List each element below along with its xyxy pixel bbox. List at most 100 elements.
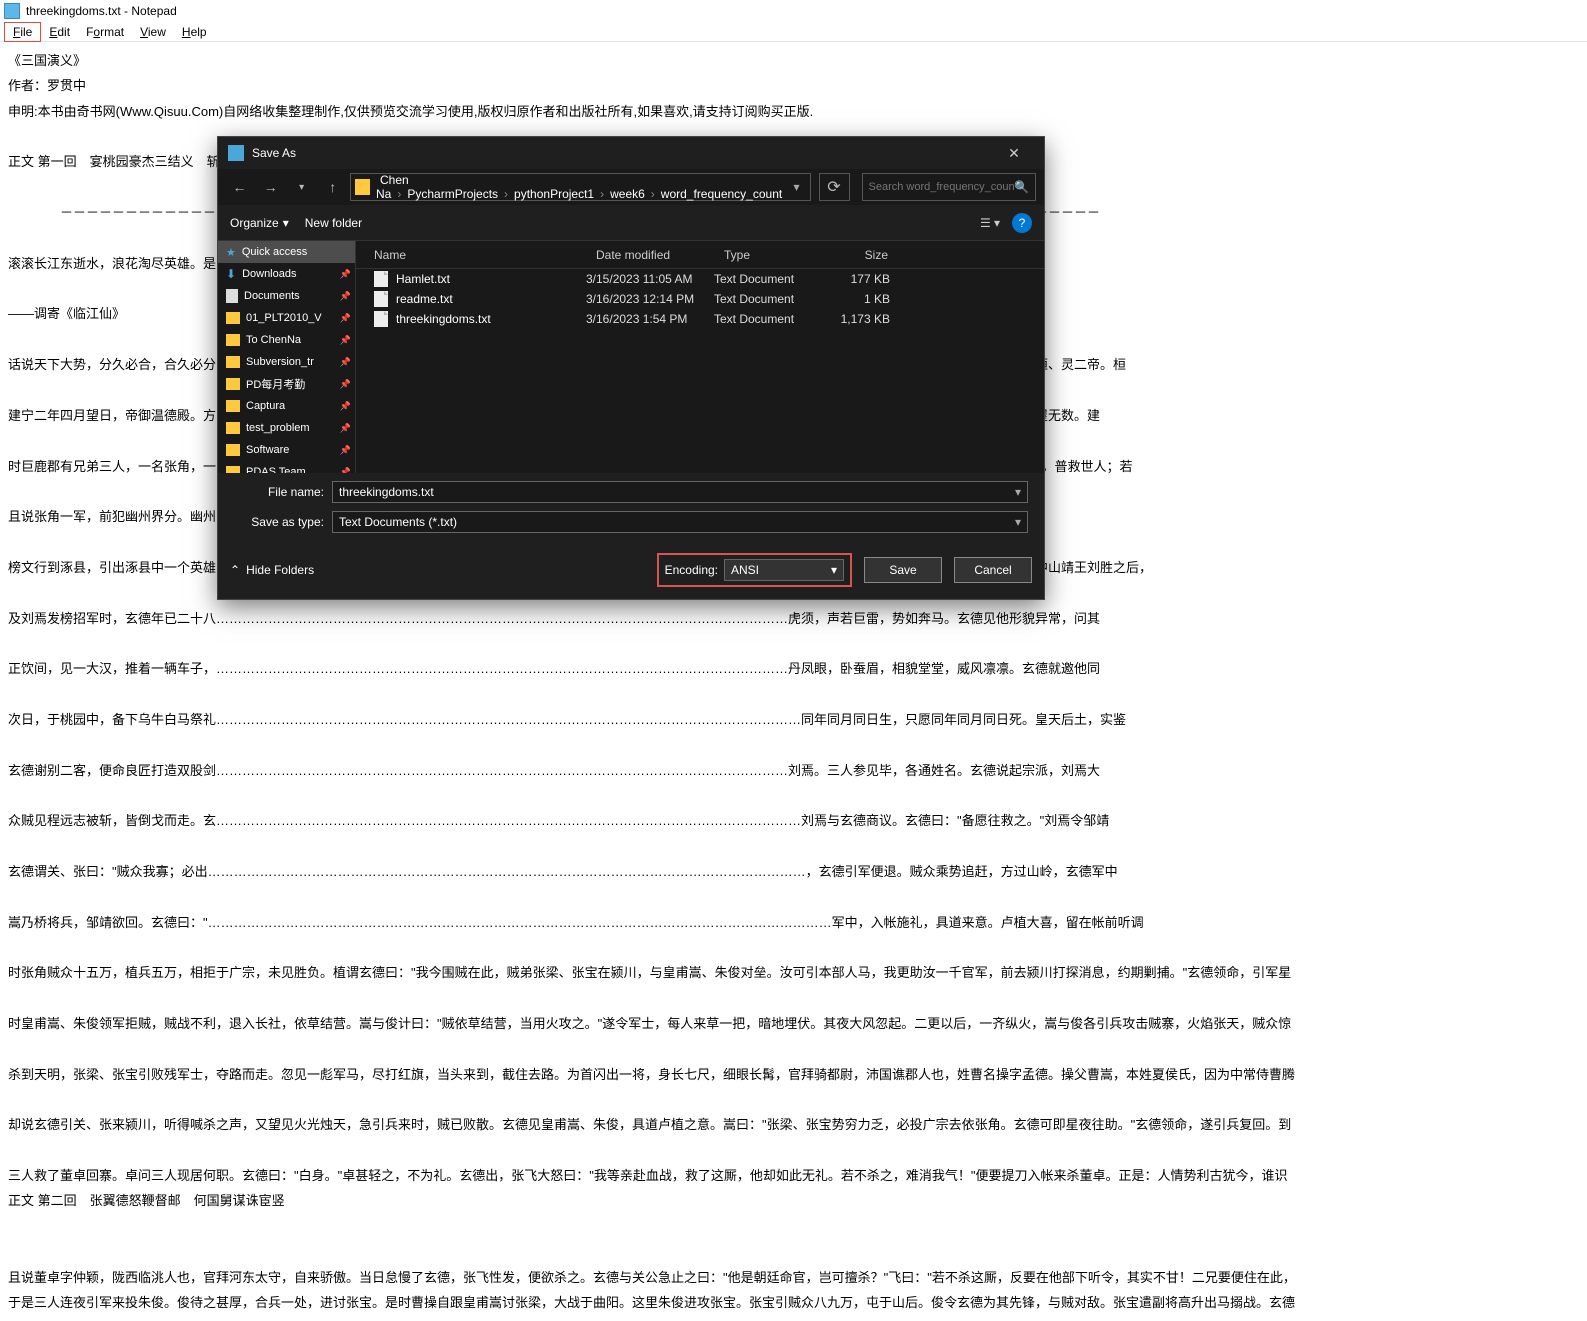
- sidebar-item[interactable]: To ChenNa📌: [218, 329, 355, 351]
- text-line: 正饮间，见一大汉，推着一辆车子，…………………………………………………………………: [8, 656, 1579, 681]
- save-as-type-select[interactable]: Text Documents (*.txt) ▾: [332, 511, 1028, 533]
- text-line: 正文 第二回 张翼德怒鞭督邮 何国舅谋诛宦竖: [8, 1188, 1579, 1213]
- pin-icon: 📌: [340, 423, 351, 434]
- sidebar-item[interactable]: Documents 📌: [218, 285, 355, 307]
- sidebar-item[interactable]: PD每月考勤📌: [218, 373, 355, 395]
- header-type[interactable]: Type: [714, 248, 818, 262]
- sidebar-item[interactable]: Subversion_tr📌: [218, 351, 355, 373]
- sidebar-item[interactable]: Software📌: [218, 439, 355, 461]
- chevron-down-icon: ▾: [283, 216, 289, 230]
- text-line: 作者：罗贯中: [8, 73, 1579, 98]
- file-icon: [374, 311, 388, 327]
- address-bar[interactable]: Chen Na›PycharmProjects›pythonProject1›w…: [350, 173, 810, 201]
- menu-help[interactable]: Help: [174, 23, 215, 41]
- file-name: threekingdoms.txt: [396, 312, 491, 326]
- header-size[interactable]: Size: [818, 248, 898, 262]
- file-date: 3/15/2023 11:05 AM: [586, 272, 714, 286]
- text-line: 《三国演义》: [8, 48, 1579, 73]
- file-row[interactable]: threekingdoms.txt 3/16/2023 1:54 PM Text…: [356, 309, 1044, 329]
- encoding-label: Encoding:: [665, 563, 718, 577]
- menu-view[interactable]: View: [132, 23, 174, 41]
- view-options-button[interactable]: ☰ ▾: [976, 211, 1004, 235]
- address-dropdown-icon[interactable]: ▾: [787, 180, 805, 194]
- sidebar-label: PDAS Team: [246, 466, 306, 473]
- file-icon: [374, 271, 388, 287]
- sidebar-item[interactable]: test_problem📌: [218, 417, 355, 439]
- breadcrumb-segment[interactable]: pythonProject1: [510, 187, 598, 201]
- recent-dropdown[interactable]: ▾: [288, 173, 315, 201]
- text-line: 众贼见程远志被斩，皆倒戈而走。玄…………………………………………………………………: [8, 808, 1579, 833]
- menu-file[interactable]: File: [4, 22, 41, 42]
- sidebar-item[interactable]: Captura📌: [218, 395, 355, 417]
- breadcrumb-segment[interactable]: week6: [606, 187, 649, 201]
- encoding-select[interactable]: ANSI ▾: [724, 559, 844, 581]
- save-as-type-label: Save as type:: [234, 515, 324, 529]
- text-line: 且说董卓字仲颖，陇西临洮人也，官拜河东太守，自来骄傲。当日怠慢了玄德，张飞性发，…: [8, 1265, 1579, 1290]
- text-line: [8, 1087, 1579, 1112]
- save-button[interactable]: Save: [864, 557, 942, 583]
- close-icon[interactable]: ✕: [994, 137, 1034, 169]
- refresh-button[interactable]: ⟳: [819, 173, 850, 201]
- text-line: 却说玄德引关、张来颍川，听得喊杀之声，又望见火光烛天，急引兵来时，贼已败散。玄德…: [8, 1112, 1579, 1137]
- menu-format[interactable]: Format: [78, 23, 132, 41]
- sidebar: ★Quick access⬇Downloads📌Documents📌01_PLT…: [218, 241, 356, 473]
- hide-folders-button[interactable]: ⌃ Hide Folders: [230, 563, 314, 577]
- forward-button[interactable]: →: [257, 173, 284, 201]
- dialog-bottom: File name: ▾ Save as type: Text Document…: [218, 473, 1044, 545]
- file-row[interactable]: readme.txt 3/16/2023 12:14 PM Text Docum…: [356, 289, 1044, 309]
- dialog-icon: [228, 145, 244, 161]
- sidebar-item[interactable]: ★Quick access: [218, 241, 355, 263]
- help-button[interactable]: ?: [1012, 213, 1032, 233]
- text-line: 次日，于桃园中，备下乌牛白马祭礼…………………………………………………………………: [8, 707, 1579, 732]
- text-line: [8, 1239, 1579, 1264]
- text-line: 玄德谢别二客，便命良匠打造双股剑…………………………………………………………………: [8, 758, 1579, 783]
- text-line: 申明:本书由奇书网(Www.Qisuu.Com)自网络收集整理制作,仅供预览交流…: [8, 99, 1579, 124]
- breadcrumb-segment[interactable]: word_frequency_count: [657, 187, 786, 201]
- text-line: [8, 834, 1579, 859]
- pin-icon: 📌: [340, 291, 351, 302]
- file-name: Hamlet.txt: [396, 272, 450, 286]
- sidebar-item[interactable]: PDAS Team📌: [218, 461, 355, 473]
- file-row[interactable]: Hamlet.txt 3/15/2023 11:05 AM Text Docum…: [356, 269, 1044, 289]
- header-name[interactable]: Name: [356, 248, 586, 262]
- file-name-input[interactable]: ▾: [332, 481, 1028, 503]
- menu-edit[interactable]: Edit: [41, 23, 78, 41]
- window-title: threekingdoms.txt - Notepad: [26, 4, 177, 18]
- chevron-down-icon: ▾: [831, 563, 837, 577]
- text-line: [8, 783, 1579, 808]
- new-folder-button[interactable]: New folder: [305, 216, 362, 230]
- chevron-down-icon[interactable]: ▾: [1015, 485, 1021, 499]
- text-line: 三人救了董卓回寨。卓问三人现居何职。玄德曰："白身。"卓甚轻之，不为礼。玄德出，…: [8, 1163, 1579, 1188]
- sidebar-item[interactable]: ⬇Downloads📌: [218, 263, 355, 285]
- search-box[interactable]: 🔍: [862, 173, 1036, 201]
- chevron-down-icon[interactable]: ▾: [1015, 515, 1021, 529]
- pin-icon: 📌: [340, 357, 351, 368]
- up-button[interactable]: ↑: [319, 173, 346, 201]
- notepad-titlebar: threekingdoms.txt - Notepad: [0, 0, 1587, 22]
- text-line: 于是三人连夜引军来投朱俊。俊待之甚厚，合兵一处，进讨张宝。是时曹操自跟皇甫嵩讨张…: [8, 1290, 1579, 1315]
- text-line: [8, 732, 1579, 757]
- sidebar-item[interactable]: 01_PLT2010_V📌: [218, 307, 355, 329]
- pin-icon: 📌: [340, 313, 351, 324]
- dialog-nav: ← → ▾ ↑ Chen Na›PycharmProjects›pythonPr…: [218, 169, 1044, 205]
- file-name-label: File name:: [234, 485, 324, 499]
- back-button[interactable]: ←: [226, 173, 253, 201]
- save-as-dialog: Save As ✕ ← → ▾ ↑ Chen Na›PycharmProject…: [217, 136, 1045, 600]
- pin-icon: 📌: [340, 445, 351, 456]
- text-line: 嵩乃桥将兵，邹靖欲回。玄德曰："…………………………………………………………………: [8, 910, 1579, 935]
- file-date: 3/16/2023 12:14 PM: [586, 292, 714, 306]
- breadcrumb-segment[interactable]: PycharmProjects: [403, 187, 502, 201]
- sidebar-label: Documents: [244, 290, 300, 302]
- text-line: [8, 986, 1579, 1011]
- pin-icon: 📌: [340, 335, 351, 346]
- text-line: [8, 631, 1579, 656]
- text-line: [8, 1138, 1579, 1163]
- search-input[interactable]: [869, 181, 1015, 193]
- organize-button[interactable]: Organize ▾: [230, 216, 289, 230]
- file-name-field[interactable]: [339, 485, 1015, 499]
- cancel-button[interactable]: Cancel: [954, 557, 1032, 583]
- dialog-titlebar: Save As ✕: [218, 137, 1044, 169]
- file-date: 3/16/2023 1:54 PM: [586, 312, 714, 326]
- folder-icon: [355, 179, 370, 195]
- header-date[interactable]: Date modified: [586, 248, 714, 262]
